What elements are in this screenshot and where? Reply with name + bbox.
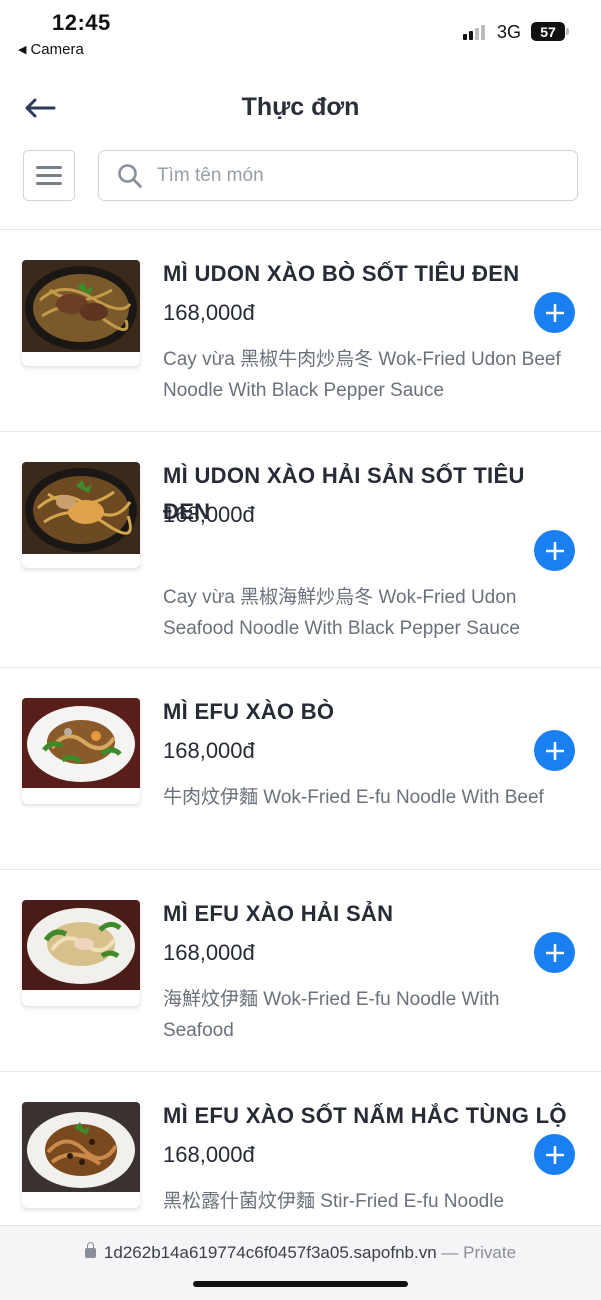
url-display[interactable]: 1d262b14a619774c6f0457f3a05.sapofnb.vn —… xyxy=(0,1242,601,1263)
dish-description: 黑松露什菌炆伊麵 Stir-Fried E-fu Noodle xyxy=(163,1191,505,1212)
add-to-cart-button[interactable] xyxy=(534,530,575,571)
dish-description: Cay vừa 黑椒海鮮炒烏冬 Wok-Fried Udon Seafood N… xyxy=(163,587,520,639)
menu-item[interactable]: MÌ EFU XÀO BÒ 168,000đ 牛肉炆伊麵 Wok-Fried E… xyxy=(0,668,601,870)
status-time: 12:45 xyxy=(52,10,111,35)
dish-price: 168,000đ xyxy=(163,940,255,965)
menu-item[interactable]: MÌ UDON XÀO HẢI SẢN SỐT TIÊU ĐEN 168,000… xyxy=(0,432,601,668)
dish-image xyxy=(22,260,140,366)
dish-image xyxy=(22,1102,140,1208)
plus-icon xyxy=(545,1145,564,1164)
add-to-cart-button[interactable] xyxy=(534,292,575,333)
menu-list: MÌ UDON XÀO BÒ SỐT TIÊU ĐEN 168,000đ Cay… xyxy=(0,230,601,1272)
menu-item[interactable]: MÌ UDON XÀO BÒ SỐT TIÊU ĐEN 168,000đ Cay… xyxy=(0,230,601,432)
dish-name: MÌ EFU XÀO SỐT NẤM HẮC TÙNG LỘ xyxy=(163,1103,567,1128)
dish-price: 168,000đ xyxy=(163,738,255,763)
cell-signal-icon xyxy=(463,24,485,40)
page-header: Thực đơn xyxy=(0,80,601,136)
search-icon xyxy=(118,163,142,188)
dish-name: MÌ EFU XÀO BÒ xyxy=(163,699,335,724)
dish-name: MÌ UDON XÀO BÒ SỐT TIÊU ĐEN xyxy=(163,261,520,286)
dish-image xyxy=(22,698,140,804)
battery-level: 57 xyxy=(540,23,556,40)
back-app-label: Camera xyxy=(30,41,84,58)
dish-description: 牛肉炆伊麵 Wok-Fried E-fu Noodle With Beef xyxy=(163,787,544,808)
dish-price: 168,000đ xyxy=(163,300,255,325)
dish-image xyxy=(22,462,140,568)
plus-icon xyxy=(545,303,564,322)
status-bar: 12:45 ◀ Camera 3G 57 xyxy=(0,0,601,66)
add-to-cart-button[interactable] xyxy=(534,1134,575,1175)
add-to-cart-button[interactable] xyxy=(534,932,575,973)
dish-description: Cay vừa 黑椒牛肉炒烏冬 Wok-Fried Udon Beef Nood… xyxy=(163,349,561,401)
lock-icon xyxy=(84,1242,96,1258)
category-menu-button[interactable] xyxy=(23,150,75,201)
search-input[interactable] xyxy=(157,164,537,187)
home-indicator[interactable] xyxy=(193,1281,408,1287)
dish-name: MÌ EFU XÀO HẢI SẢN xyxy=(163,901,394,926)
battery-icon: 57 xyxy=(531,22,569,41)
private-mode-label: Private xyxy=(463,1243,517,1262)
hamburger-icon xyxy=(36,166,62,169)
plus-icon xyxy=(545,541,564,560)
dish-price: 168,000đ xyxy=(163,502,255,527)
plus-icon xyxy=(545,943,564,962)
back-to-app-link[interactable]: ◀ Camera xyxy=(18,41,84,58)
url-separator: — xyxy=(441,1243,459,1262)
dish-price: 168,000đ xyxy=(163,1142,255,1167)
dish-description: 海鮮炆伊麵 Wok-Fried E-fu Noodle With Seafood xyxy=(163,989,500,1041)
dish-image xyxy=(22,900,140,1006)
browser-url-bar[interactable]: 1d262b14a619774c6f0457f3a05.sapofnb.vn —… xyxy=(0,1225,601,1300)
url-text: 1d262b14a619774c6f0457f3a05.sapofnb.vn xyxy=(103,1243,437,1262)
plus-icon xyxy=(545,741,564,760)
menu-item[interactable]: MÌ EFU XÀO HẢI SẢN 168,000đ 海鮮炆伊麵 Wok-Fr… xyxy=(0,870,601,1072)
network-type: 3G xyxy=(497,22,522,42)
search-box[interactable] xyxy=(98,150,578,201)
page-title: Thực đơn xyxy=(241,93,360,121)
add-to-cart-button[interactable] xyxy=(534,730,575,771)
back-triangle-icon: ◀ xyxy=(18,44,27,56)
